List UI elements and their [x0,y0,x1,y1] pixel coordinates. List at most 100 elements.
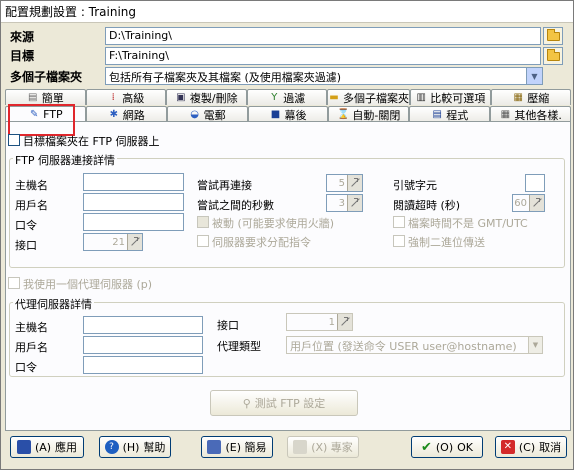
apply-button[interactable]: (A) 應用 [10,436,84,458]
tab-misc[interactable]: ▦ 其他各樣. [490,106,572,122]
programs-icon: ▤ [432,108,442,120]
expert-mode-icon [293,440,308,454]
proxy-password-input[interactable] [83,356,203,374]
save-icon [16,440,31,454]
retry-stepper[interactable]: 5 [326,174,363,192]
tab-simple[interactable]: ▤ 簡單 [5,89,86,105]
close-icon: ✕ [500,440,515,454]
source-browse-button[interactable] [543,27,563,45]
retry-delay-label: 嘗試之間的秒數 [197,199,274,212]
user-input[interactable] [83,193,184,211]
tabs-row-2: ✎ FTP ✱ 網路 ◒ 電郵 ■ 幕後 ⌛ 自動-關閉 ▤ 程式 ▦ 其他各樣. [5,106,572,122]
tab-label: 壓縮 [527,91,550,105]
test-ftp-button[interactable]: ⚲ 測試 FTP 設定 [210,390,358,416]
port-label: 接口 [15,239,37,252]
proxy-type-select[interactable]: 用戶位置 (發送命令 USER user@hostname) ▼ [286,336,543,354]
tabs-row-1: ▤ 簡單 ⁞ 高級 ▣ 複製/刪除 Y 過濾 ▬ 多個子檔案夾 ▥ 比較可選項 ▦ 壓縮 [5,89,571,105]
apply-mnemonic: (A) [34,440,52,454]
proxy-port-value: 1 [328,316,335,328]
cancel-button[interactable]: ✕ (C) 取消 [495,436,567,458]
read-timeout-label: 閱讀超時 (秒) [393,199,461,212]
proxy-user-input[interactable] [83,336,203,354]
chevron-down-icon: ▼ [528,337,542,353]
quote-char-label: 引號字元 [393,179,437,192]
spinner-icon [347,195,362,211]
binary-checkbox[interactable] [393,235,405,247]
cancel-mnemonic: (C) [518,440,536,454]
proxy-port-label: 接口 [217,319,239,332]
spinner-icon [127,234,142,250]
email-icon: ◒ [190,108,199,120]
auto-close-icon: ⌛ [337,108,350,120]
passive-label: 被動 (可能要求使用火牆) [212,217,335,230]
target-path-input[interactable]: F:\Training\ [105,47,541,65]
retry-label: 嘗試再連接 [197,179,252,192]
ftp-connection-group-title: FTP 伺服器連接詳情 [13,152,117,168]
tab-copy-delete[interactable]: ▣ 複製/刪除 [166,89,247,105]
zip-icon: ▦ [513,91,523,103]
target-label: 目標 [10,49,35,63]
subfolders-select[interactable]: 包括所有子檔案夾及其檔案 (及使用檔案夾過濾) ▼ [105,67,543,85]
tab-subfolders[interactable]: ▬ 多個子檔案夾 [327,89,410,105]
simple-mode-button[interactable]: (E) 簡易 [201,436,273,458]
passive-checkbox[interactable] [197,216,209,228]
advanced-icon: ⁞ [111,91,115,103]
expert-mode-button[interactable]: (X) 專家 [287,436,359,458]
proxy-host-input[interactable] [83,316,203,334]
tab-compare[interactable]: ▥ 比較可選項 [410,89,491,105]
source-path-input[interactable]: D:\Training\ [105,27,541,45]
gmt-checkbox[interactable] [393,216,405,228]
password-input[interactable] [83,213,184,231]
help-button[interactable]: ? (H) 幫助 [99,436,171,458]
proxy-group-title: 代理伺服器詳情 [13,296,94,312]
profile-settings-window: 配置規劃設置 : Training 來源 D:\Training\ 目標 F:\… [0,0,574,470]
tab-background[interactable]: ■ 幕後 [247,106,329,122]
tab-advanced[interactable]: ⁞ 高級 [85,89,166,105]
server-assign-label: 伺服器要求分配指令 [212,236,311,249]
retry-value: 5 [338,177,345,189]
folder-icon [546,48,560,61]
server-assign-checkbox[interactable] [197,235,209,247]
test-ftp-button-label: 測試 FTP 設定 [254,397,326,410]
tab-email[interactable]: ◒ 電郵 [166,106,248,122]
ftp-tab-highlight [8,104,75,136]
tab-label: 過濾 [283,91,306,105]
apply-button-label: 應用 [55,441,78,454]
tab-filter[interactable]: Y 過濾 [246,89,327,105]
tab-label: 比較可選項 [430,91,486,105]
compare-icon: ▥ [416,91,426,103]
subfolders-icon: ▬ [329,91,339,103]
tab-auto-close[interactable]: ⌛ 自動-關閉 [328,106,410,122]
spinner-icon [337,314,352,330]
tab-programs[interactable]: ▤ 程式 [409,106,491,122]
source-label: 來源 [10,30,35,44]
quote-char-input[interactable] [525,174,545,192]
spinner-icon [529,195,544,211]
gmt-label: 檔案時間不是 GMT/UTC [408,217,528,230]
tab-network[interactable]: ✱ 網路 [85,106,167,122]
help-mnemonic: (H) [122,440,140,454]
proxy-port-stepper[interactable]: 1 [286,313,353,331]
target-on-ftp-checkbox[interactable] [8,134,20,146]
proxy-type-label: 代理類型 [217,340,261,353]
host-input[interactable] [83,173,184,191]
retry-delay-stepper[interactable]: 3 [326,194,363,212]
host-label: 主機名 [15,179,48,192]
tab-zip[interactable]: ▦ 壓縮 [490,89,571,105]
chevron-down-icon: ▼ [526,68,542,84]
subfolders-label: 多個子檔案夾 [10,70,83,84]
window-title-bar: 配置規劃設置 : Training [1,1,573,23]
password-label: 口令 [15,219,37,232]
use-proxy-checkbox[interactable] [8,277,20,289]
misc-icon: ▦ [500,108,511,120]
use-proxy-label: 我使用一個代理伺服器 (p) [23,278,153,291]
target-browse-button[interactable] [543,47,563,65]
port-stepper[interactable]: 21 [83,233,143,251]
proxy-host-label: 主機名 [15,321,48,334]
tab-label: 複製/刪除 [189,91,238,105]
read-timeout-stepper[interactable]: 60 [512,194,545,212]
user-label: 用戶名 [15,199,48,212]
subfolders-select-value: 包括所有子檔案夾及其檔案 (及使用檔案夾過濾) [109,71,342,84]
ok-button[interactable]: ✔ (O) OK [411,436,483,458]
proxy-password-label: 口令 [15,361,37,374]
